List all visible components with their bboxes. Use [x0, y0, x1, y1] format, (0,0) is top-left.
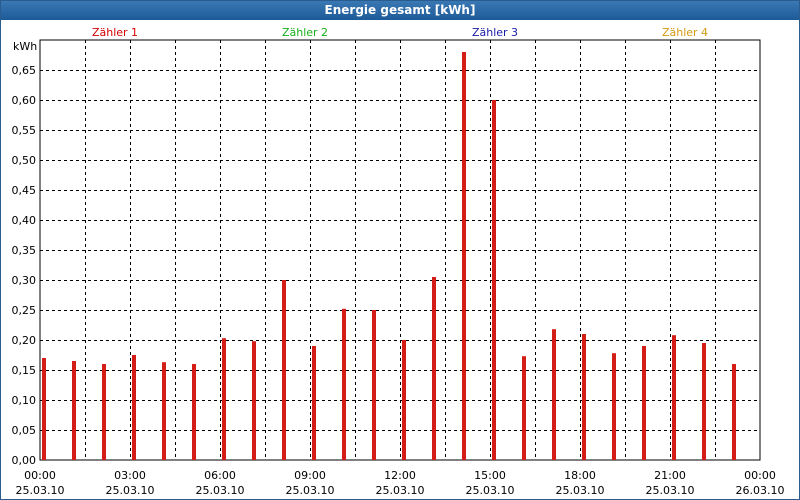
bar: [252, 341, 256, 460]
x-tick-time: 00:00: [24, 469, 56, 482]
bar: [282, 280, 286, 460]
y-tick-label: 0,65: [12, 64, 37, 77]
bar: [132, 355, 136, 460]
x-tick-date: 26.03.10: [736, 484, 785, 497]
x-tick-time: 15:00: [474, 469, 506, 482]
x-tick-date: 25.03.10: [16, 484, 65, 497]
x-tick-date: 25.03.10: [196, 484, 245, 497]
bar: [702, 343, 706, 460]
y-tick-label: 0,45: [12, 184, 37, 197]
bar: [462, 52, 466, 460]
x-tick-time: 21:00: [654, 469, 686, 482]
bar: [552, 329, 556, 460]
chart-canvas: 0,00 0,05 0,10 0,15 0,20 0,25 0,30 0,35 0,40 0,45…: [12, 26, 785, 497]
y-axis-ticks: 0,00 0,05 0,10 0,15 0,20 0,25 0,30 0,35 0,40 0,45…: [12, 64, 37, 467]
bar: [492, 100, 496, 460]
x-tick-date: 25.03.10: [376, 484, 425, 497]
bar: [612, 353, 616, 460]
bar: [402, 340, 406, 460]
bar: [162, 362, 166, 460]
y-tick-label: 0,55: [12, 124, 37, 137]
y-tick-label: 0,25: [12, 304, 37, 317]
bar: [42, 358, 46, 460]
bar: [72, 361, 76, 460]
y-tick-label: 0,00: [12, 454, 37, 467]
legend: Zähler 1 Zähler 2 Zähler 3 Zähler 4: [92, 26, 708, 39]
y-tick-label: 0,20: [12, 334, 37, 347]
x-axis-ticks: 00:00 25.03.10 03:00 25.03.10 06:00 25.03.10 0…: [16, 469, 785, 497]
x-tick-time: 03:00: [114, 469, 146, 482]
x-tick-date: 25.03.10: [286, 484, 335, 497]
y-tick-label: 0,50: [12, 154, 37, 167]
bar: [102, 364, 106, 460]
bar: [642, 346, 646, 460]
bar: [432, 277, 436, 460]
bar: [342, 308, 346, 460]
y-tick-label: 0,10: [12, 394, 37, 407]
y-tick-label: 0,35: [12, 244, 37, 257]
bar: [582, 334, 586, 460]
bar: [672, 335, 676, 460]
legend-entry: Zähler 3: [472, 26, 518, 39]
y-tick-label: 0,40: [12, 214, 37, 227]
bar: [372, 310, 376, 460]
x-tick-time: 18:00: [564, 469, 596, 482]
x-tick-time: 00:00: [744, 469, 776, 482]
x-tick-time: 12:00: [384, 469, 416, 482]
y-tick-label: 0,15: [12, 364, 37, 377]
x-tick-time: 06:00: [204, 469, 236, 482]
bar: [312, 346, 316, 460]
legend-entry: Zähler 4: [662, 26, 708, 39]
y-tick-label: 0,05: [12, 424, 37, 437]
y-tick-label: 0,60: [12, 94, 37, 107]
y-tick-label: 0,30: [12, 274, 37, 287]
bar: [732, 364, 736, 460]
bar: [192, 364, 196, 460]
x-tick-date: 25.03.10: [466, 484, 515, 497]
x-tick-date: 25.03.10: [556, 484, 605, 497]
x-tick-date: 25.03.10: [106, 484, 155, 497]
y-axis-label: kWh: [13, 40, 37, 53]
x-tick-time: 09:00: [294, 469, 326, 482]
bar: [522, 356, 526, 460]
x-tick-date: 25.03.10: [646, 484, 695, 497]
legend-entry: Zähler 1: [92, 26, 138, 39]
legend-entry: Zähler 2: [282, 26, 328, 39]
bar: [222, 338, 226, 460]
